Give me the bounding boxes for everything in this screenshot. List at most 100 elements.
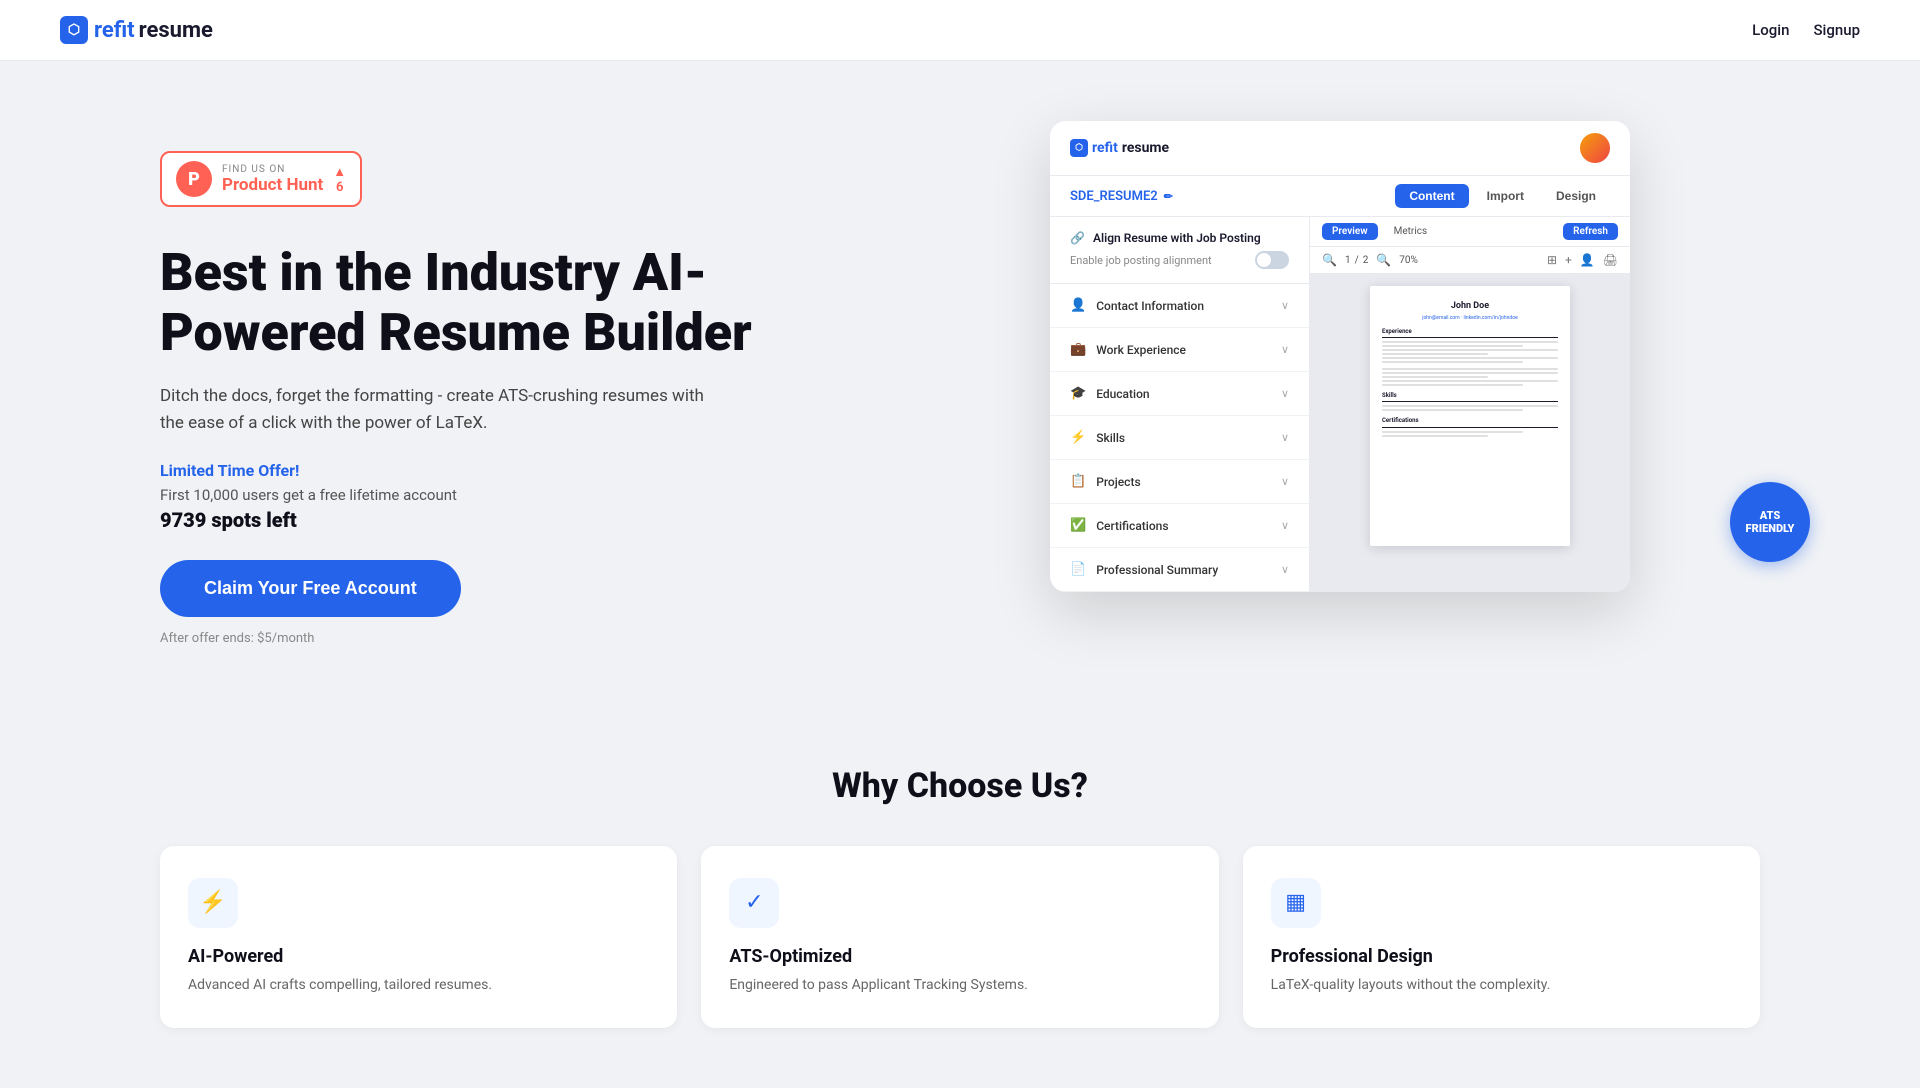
zoom-out-icon[interactable]: 🔍 <box>1322 253 1337 267</box>
align-title-text: Align Resume with Job Posting <box>1093 231 1261 245</box>
resume-cert-2 <box>1382 435 1488 437</box>
resume-line-10 <box>1382 380 1558 382</box>
work-chevron: ∨ <box>1281 343 1289 356</box>
app-avatar <box>1580 133 1610 163</box>
preview-right-tools: ⊞ + 👤 🖨 <box>1547 253 1618 267</box>
logo-icon: ⬡ <box>60 16 88 44</box>
panel-item-skills[interactable]: ⚡ Skills ∨ <box>1050 416 1309 460</box>
ph-name-label: Product Hunt <box>222 175 323 195</box>
zoom-in-icon[interactable]: 🔍 <box>1376 253 1391 267</box>
panel-item-education[interactable]: 🎓 Education ∨ <box>1050 372 1309 416</box>
ats-badge: ATSFRIENDLY <box>1730 482 1810 562</box>
education-label: Education <box>1096 387 1149 401</box>
refresh-btn[interactable]: Refresh <box>1563 223 1618 240</box>
contact-label: Contact Information <box>1096 299 1204 313</box>
resume-contact: john@email.com · linkedin.com/in/johndoe <box>1382 315 1558 322</box>
align-subtitle: Enable job posting alignment <box>1070 251 1289 269</box>
logo-refit: refit <box>94 18 135 43</box>
ph-text: FIND US ON Product Hunt <box>222 164 323 195</box>
page-total: 2 <box>1363 255 1369 266</box>
fit-icon[interactable]: ⊞ <box>1547 253 1557 267</box>
app-titlebar: ⬡ refitresume <box>1050 121 1630 176</box>
panel-item-certifications[interactable]: ✅ Certifications ∨ <box>1050 504 1309 548</box>
design-feature-desc: LaTeX-quality layouts without the comple… <box>1271 975 1732 996</box>
resume-line-5 <box>1382 357 1558 359</box>
work-label: Work Experience <box>1096 343 1186 357</box>
ats-feature-desc: Engineered to pass Applicant Tracking Sy… <box>729 975 1190 996</box>
page-nav-toolbar: 🔍 1 / 2 🔍 70% ⊞ + 👤 <box>1310 247 1630 274</box>
align-toggle[interactable] <box>1255 251 1289 269</box>
education-chevron: ∨ <box>1281 387 1289 400</box>
page-sep: / <box>1355 255 1359 266</box>
after-offer-text: After offer ends: $5/month <box>160 631 840 646</box>
spots-text: First 10,000 users get a free lifetime a… <box>160 486 840 504</box>
feature-card-ats: ✓ ATS-Optimized Engineered to pass Appli… <box>701 846 1218 1028</box>
print-icon[interactable]: 🖨 <box>1603 253 1618 267</box>
navbar: ⬡ refitresume Login Signup <box>0 0 1920 61</box>
panel-item-projects[interactable]: 📋 Projects ∨ <box>1050 460 1309 504</box>
page-nav: 🔍 1 / 2 🔍 70% <box>1322 253 1418 267</box>
cert-chevron: ∨ <box>1281 519 1289 532</box>
ph-logo: P <box>176 161 212 197</box>
panel-item-work[interactable]: 💼 Work Experience ∨ <box>1050 328 1309 372</box>
metrics-tab[interactable]: Metrics <box>1386 223 1436 240</box>
app-toolbar: SDE_RESUME2 ✏ Content Import Design <box>1050 176 1630 217</box>
logo: ⬡ refitresume <box>60 16 213 44</box>
contact-chevron: ∨ <box>1281 299 1289 312</box>
app-window: ⬡ refitresume SDE_RESUME2 ✏ Content Impo… <box>1050 121 1630 592</box>
toolbar-tabs: Content Import Design <box>1395 184 1610 208</box>
ai-feature-desc: Advanced AI crafts compelling, tailored … <box>188 975 649 996</box>
hero-section: P FIND US ON Product Hunt ▲ 6 Best in th… <box>0 61 1920 706</box>
zoom-level: 70% <box>1399 255 1418 266</box>
design-feature-title: Professional Design <box>1271 946 1732 967</box>
logo-resume: resume <box>139 18 213 43</box>
page-current: 1 <box>1345 255 1351 266</box>
align-icon: 🔗 <box>1070 231 1085 245</box>
tab-import[interactable]: Import <box>1473 184 1538 208</box>
resume-line-4 <box>1382 353 1488 355</box>
cert-label: Certifications <box>1096 519 1168 533</box>
resume-line-6 <box>1382 361 1523 363</box>
login-link[interactable]: Login <box>1752 21 1789 39</box>
ph-count: ▲ 6 <box>333 164 346 195</box>
hero-title: Best in the Industry AI-Powered Resume B… <box>160 243 840 363</box>
edit-icon[interactable]: ✏ <box>1164 190 1173 203</box>
summary-chevron: ∨ <box>1281 563 1289 576</box>
preview-tab[interactable]: Preview <box>1322 223 1378 240</box>
resume-name-heading: John Doe <box>1382 300 1558 313</box>
cta-button[interactable]: Claim Your Free Account <box>160 560 461 617</box>
resume-paper: John Doe john@email.com · linkedin.com/i… <box>1370 286 1570 546</box>
skills-label: Skills <box>1096 431 1125 445</box>
app-body: 🔗 Align Resume with Job Posting Enable j… <box>1050 217 1630 592</box>
resume-certs-title: Certifications <box>1382 417 1558 427</box>
resume-name-text: SDE_RESUME2 <box>1070 189 1158 204</box>
align-title: 🔗 Align Resume with Job Posting <box>1070 231 1289 245</box>
tab-design[interactable]: Design <box>1542 184 1610 208</box>
work-icon: 💼 <box>1070 342 1086 357</box>
projects-label: Projects <box>1096 475 1140 489</box>
app-logo-refit: refit <box>1092 140 1118 156</box>
ph-number: 6 <box>336 180 343 195</box>
cert-icon: ✅ <box>1070 518 1086 533</box>
signup-link[interactable]: Signup <box>1813 21 1860 39</box>
summary-icon: 📄 <box>1070 562 1086 577</box>
panel-item-contact[interactable]: 👤 Contact Information ∨ <box>1050 284 1309 328</box>
panel-item-summary[interactable]: 📄 Professional Summary ∨ <box>1050 548 1309 592</box>
tab-content[interactable]: Content <box>1395 184 1468 208</box>
resume-line-1 <box>1382 341 1558 343</box>
why-title: Why Choose Us? <box>160 766 1760 806</box>
page-indicator: 1 / 2 <box>1345 255 1368 266</box>
resume-line-3 <box>1382 349 1558 351</box>
resume-skills-title: Skills <box>1382 392 1558 402</box>
preview-left-tools: Preview Metrics <box>1322 223 1435 240</box>
projects-icon: 📋 <box>1070 474 1086 489</box>
person-icon[interactable]: 👤 <box>1580 253 1595 267</box>
contact-icon: 👤 <box>1070 298 1086 313</box>
ai-icon: ⚡ <box>188 878 238 928</box>
feature-card-ai: ⚡ AI-Powered Advanced AI crafts compelli… <box>160 846 677 1028</box>
plus-icon[interactable]: + <box>1565 253 1572 267</box>
resume-line-8 <box>1382 372 1558 374</box>
right-panel: Preview Metrics Refresh 🔍 1 / 2 <box>1310 217 1630 592</box>
align-section: 🔗 Align Resume with Job Posting Enable j… <box>1050 217 1309 284</box>
product-hunt-badge[interactable]: P FIND US ON Product Hunt ▲ 6 <box>160 151 362 207</box>
